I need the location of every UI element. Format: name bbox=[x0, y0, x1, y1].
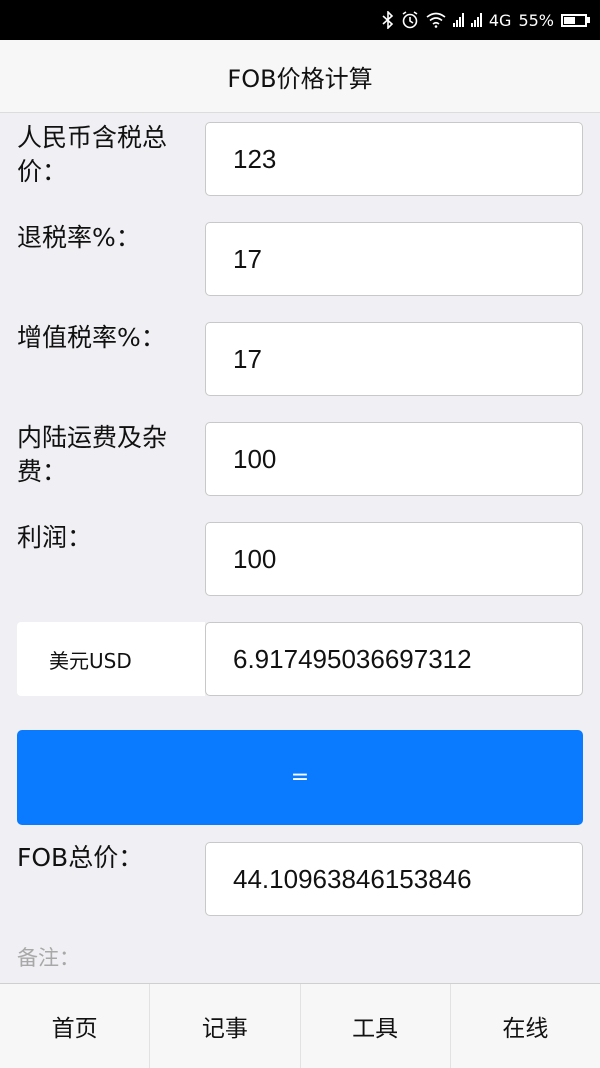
network-type: 4G bbox=[488, 10, 512, 30]
nav-item-home[interactable]: 首页 bbox=[0, 984, 151, 1068]
fob-total-label: FOB总价： bbox=[17, 843, 144, 872]
inland-fee-label: 内陆运费及杂费： bbox=[17, 423, 168, 486]
profit-label: 利润： bbox=[17, 523, 93, 552]
signal-icon bbox=[452, 13, 464, 27]
vat-rate-input[interactable] bbox=[205, 322, 583, 396]
rebate-rate-input[interactable] bbox=[205, 222, 583, 296]
vat-rate-label: 增值税率%： bbox=[17, 323, 166, 352]
battery-fill bbox=[564, 16, 575, 24]
currency-label: 美元USD bbox=[49, 648, 132, 673]
note-label: 备注： bbox=[17, 946, 80, 970]
exchange-rate-input[interactable] bbox=[205, 622, 583, 696]
nav-item-label: 在线 bbox=[502, 1016, 549, 1042]
alarm-icon bbox=[401, 11, 419, 29]
calculate-button[interactable]: = bbox=[17, 730, 583, 825]
rmb-total-label: 人民币含税总价： bbox=[17, 123, 168, 186]
status-bar: 4G 55% bbox=[0, 0, 600, 40]
bluetooth-icon bbox=[382, 11, 394, 29]
currency-select[interactable]: 美元USD bbox=[17, 622, 205, 696]
battery-percent: 55% bbox=[518, 10, 554, 30]
nav-item-label: 首页 bbox=[51, 1016, 98, 1042]
battery-icon bbox=[561, 13, 590, 27]
signal-icon bbox=[470, 13, 482, 27]
nav-item-notes[interactable]: 记事 bbox=[150, 984, 301, 1068]
wifi-icon bbox=[426, 12, 446, 28]
nav-item-label: 工具 bbox=[352, 1016, 399, 1042]
rebate-rate-label: 退税率%： bbox=[17, 223, 141, 252]
nav-item-label: 记事 bbox=[201, 1016, 248, 1042]
title-bar: FOB价格计算 bbox=[0, 40, 600, 113]
rmb-total-input[interactable] bbox=[205, 122, 583, 196]
nav-item-online[interactable]: 在线 bbox=[451, 984, 600, 1068]
page-title: FOB价格计算 bbox=[227, 64, 373, 93]
fob-total-output[interactable] bbox=[205, 842, 583, 916]
nav-item-tools[interactable]: 工具 bbox=[301, 984, 451, 1068]
bottom-nav: 首页 记事 工具 在线 bbox=[0, 983, 600, 1068]
profit-input[interactable] bbox=[205, 522, 583, 596]
inland-fee-input[interactable] bbox=[205, 422, 583, 496]
